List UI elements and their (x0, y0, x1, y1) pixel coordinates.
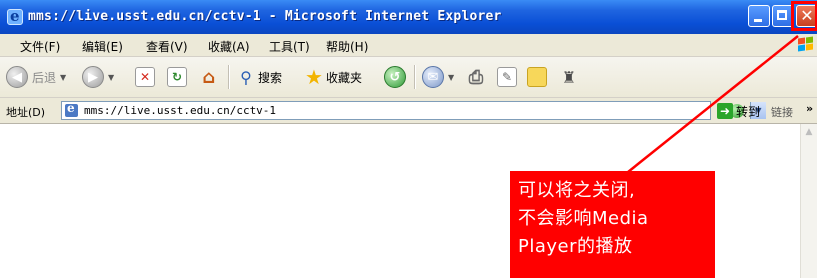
star-icon: ★ (305, 65, 323, 89)
mail-icon: ✉ (422, 66, 444, 88)
menu-bar: 文件(F) 编辑(E) 查看(V) 收藏(A) 工具(T) 帮助(H) (0, 34, 817, 57)
messenger-icon: ♜ (561, 67, 577, 87)
ie-logo-icon (7, 7, 23, 25)
favorites-label: 收藏夹 (326, 70, 363, 85)
address-label: 地址(D) (6, 106, 46, 119)
windows-logo-icon (797, 36, 815, 53)
search-button[interactable]: ⚲ 搜索 (236, 65, 282, 89)
chevron-down-icon: ▼ (60, 72, 67, 82)
close-button-highlight (791, 1, 817, 31)
forward-button[interactable]: ▶ ▼ (82, 65, 114, 89)
callout-line-1: 可以将之关闭, (518, 180, 636, 201)
links-label[interactable]: 链接 (771, 104, 793, 120)
window-title: mms://live.usst.edu.cn/cctv-1 - Microsof… (28, 9, 502, 24)
page-icon (65, 101, 78, 117)
refresh-icon: ↻ (167, 67, 187, 87)
stop-button[interactable]: ✕ (135, 65, 155, 89)
messenger-button[interactable]: ♜ (559, 65, 579, 89)
printer-icon: ⎙ (468, 66, 484, 88)
annotation-callout: 可以将之关闭, 不会影响Media Player的播放 (510, 171, 715, 278)
title-bar[interactable]: mms://live.usst.edu.cn/cctv-1 - Microsof… (0, 0, 817, 34)
history-button[interactable]: ↺ (384, 65, 406, 89)
folder-icon (527, 67, 547, 87)
mail-button[interactable]: ✉ ▼ (422, 65, 454, 89)
go-arrow-icon: ➜ (717, 103, 733, 119)
standard-toolbar: ◀ 后退 ▼ ▶ ▼ ✕ ↻ ⌂ ⚲ 搜索 ★ 收藏夹 ↺ ✉ ▼ ⎙ ✎ ♜ (0, 57, 817, 98)
print-button[interactable]: ⎙ (466, 65, 486, 89)
search-label: 搜索 (258, 70, 283, 85)
menu-view[interactable]: 查看(V) (146, 38, 188, 55)
menu-file[interactable]: 文件(F) (20, 38, 60, 55)
edit-button[interactable]: ✎ (497, 65, 517, 89)
edit-icon: ✎ (497, 67, 517, 87)
search-icon: ⚲ (240, 67, 252, 87)
menu-favorites[interactable]: 收藏(A) (208, 38, 250, 55)
menu-tools[interactable]: 工具(T) (269, 38, 310, 55)
chevron-down-icon: ▼ (448, 72, 455, 82)
minimize-button[interactable] (748, 5, 770, 27)
discuss-button[interactable] (527, 65, 547, 89)
address-bar: 地址(D) mms://live.usst.edu.cn/cctv-1 ▼ ➜ … (0, 98, 817, 124)
links-chevron-icon[interactable]: » (806, 102, 813, 115)
go-label: 转到 (736, 104, 761, 119)
toolbar-separator (228, 65, 230, 89)
back-button[interactable]: ◀ 后退 ▼ (6, 65, 66, 89)
chevron-down-icon: ▼ (108, 72, 115, 82)
home-icon: ⌂ (202, 66, 216, 88)
address-url: mms://live.usst.edu.cn/cctv-1 (84, 104, 277, 117)
menu-help[interactable]: 帮助(H) (326, 38, 368, 55)
stop-icon: ✕ (135, 67, 155, 87)
go-button[interactable]: ➜ 转到 (717, 102, 760, 120)
vertical-scrollbar[interactable]: ▲ (800, 124, 817, 278)
back-arrow-icon: ◀ (6, 66, 28, 88)
ie-window: mms://live.usst.edu.cn/cctv-1 - Microsof… (0, 0, 817, 278)
back-label: 后退 (32, 70, 57, 85)
toolbar-separator (414, 65, 416, 89)
callout-line-3: Player的播放 (518, 236, 633, 257)
forward-arrow-icon: ▶ (82, 66, 104, 88)
address-input[interactable]: mms://live.usst.edu.cn/cctv-1 ▼ (61, 101, 766, 120)
callout-line-2: 不会影响Media (518, 208, 649, 229)
history-icon: ↺ (384, 66, 406, 88)
menu-edit[interactable]: 编辑(E) (82, 38, 123, 55)
scroll-up-arrow-icon[interactable]: ▲ (801, 124, 817, 140)
favorites-button[interactable]: ★ 收藏夹 (304, 65, 362, 89)
refresh-button[interactable]: ↻ (167, 65, 187, 89)
home-button[interactable]: ⌂ (199, 65, 219, 89)
